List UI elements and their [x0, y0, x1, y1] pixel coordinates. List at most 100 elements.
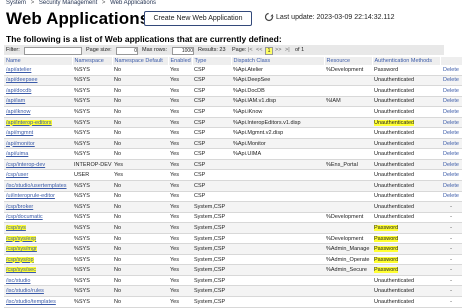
delete-action[interactable]: Delete — [440, 65, 462, 76]
table-row: /csp/user USER Yes Yes CSP Unauthenticated Del… — [4, 169, 462, 181]
page-total: of 1 — [295, 47, 305, 53]
delete-action[interactable]: Delete — [440, 117, 462, 129]
table-row: /api/iam %SYS No Yes CSP %Api.IAM.v1.disp %IAM… — [4, 96, 462, 108]
col-actions-header[interactable] — [440, 57, 463, 65]
resource-cell — [324, 75, 372, 87]
auth-methods-cell: Unauthenticated — [372, 117, 440, 129]
auth-methods-cell: Unauthenticated — [372, 127, 440, 139]
auth-methods-cell: Unauthenticated — [372, 85, 440, 97]
action-placeholder: - — [440, 264, 462, 276]
namespace-cell: %SYS — [72, 296, 112, 308]
col-name-header[interactable]: Name — [4, 57, 73, 65]
namespace-cell: %SYS — [72, 148, 112, 160]
app-name-link[interactable]: /api/deepsee — [4, 75, 72, 87]
max-rows-label: Max rows: — [142, 47, 168, 53]
col-namespace-default-header[interactable]: Namespace Default — [112, 57, 169, 65]
col-type-header[interactable]: Type — [192, 57, 232, 65]
current-page-number[interactable]: 1 — [265, 47, 273, 55]
app-name-link[interactable]: /api/mgmnt — [4, 127, 72, 139]
auth-methods-cell: Unauthenticated — [372, 212, 440, 224]
namespace-default-cell: No — [112, 65, 168, 76]
app-name-link[interactable]: /csp/sys/exp — [4, 233, 72, 245]
app-name-link[interactable]: /api/monitor — [4, 138, 72, 150]
enabled-cell: Yes — [168, 106, 192, 118]
first-page-icon[interactable]: |< — [248, 45, 253, 55]
namespace-default-cell: No — [112, 138, 168, 150]
dispatch-class-cell — [231, 180, 324, 192]
namespace-cell: %SYS — [72, 275, 112, 287]
max-rows-input[interactable]: 1000 — [172, 47, 194, 55]
delete-action[interactable]: Delete — [440, 106, 462, 118]
namespace-default-cell: No — [112, 127, 168, 139]
delete-action[interactable]: Delete — [440, 180, 462, 192]
filter-input[interactable] — [24, 47, 82, 55]
last-page-icon[interactable]: >| — [285, 45, 290, 55]
delete-action[interactable]: Delete — [440, 148, 462, 160]
namespace-cell: %SYS — [72, 243, 112, 255]
dispatch-class-cell — [231, 254, 324, 266]
col-enabled-header[interactable]: Enabled — [168, 57, 193, 65]
app-name-link[interactable]: /isc/studio/rules — [4, 285, 72, 298]
app-name-link[interactable]: /isc/studio/templates — [4, 296, 72, 308]
enabled-cell: Yes — [168, 96, 192, 108]
delete-action[interactable]: Delete — [440, 75, 462, 87]
namespace-cell: %SYS — [72, 201, 112, 213]
auth-methods-cell: Unauthenticated — [372, 201, 440, 213]
namespace-cell: USER — [72, 169, 112, 181]
app-name-link[interactable]: /csp/sys/sec — [4, 264, 72, 276]
col-resource-header[interactable]: Resource — [324, 57, 373, 65]
type-cell: CSP — [192, 159, 231, 171]
app-name-link[interactable]: /ui/interoprule-editor — [4, 191, 72, 203]
table-row: /csp/interop-dev INTEROP-DEV Yes Yes CSP %Ens… — [4, 159, 462, 171]
col-namespace-header[interactable]: Namespace — [72, 57, 113, 65]
type-cell: System,CSP — [192, 296, 231, 308]
refresh-icon[interactable] — [264, 12, 274, 22]
highlighted-text: Unauthenticated — [374, 119, 415, 126]
namespace-cell: %SYS — [72, 285, 112, 298]
delete-action[interactable]: Delete — [440, 138, 462, 150]
delete-action[interactable]: Delete — [440, 169, 462, 181]
enabled-cell: Yes — [168, 254, 192, 266]
resource-cell — [324, 296, 372, 308]
app-name-link[interactable]: /csp/documatic — [4, 212, 72, 224]
delete-action[interactable]: Delete — [440, 127, 462, 139]
col-authentication-methods-header[interactable]: Authentication Methods — [372, 57, 441, 65]
table-row: /api/interop-editors %SYS No Yes CSP %Api.Int… — [4, 117, 462, 129]
type-cell: System,CSP — [192, 254, 231, 266]
delete-action[interactable]: Delete — [440, 159, 462, 171]
delete-action[interactable]: Delete — [440, 96, 462, 108]
app-name-link[interactable]: /api/iknow — [4, 106, 72, 118]
namespace-default-cell: No — [112, 264, 168, 276]
app-name-link[interactable]: /csp/user — [4, 169, 72, 181]
next-page-icon[interactable]: >> — [275, 45, 281, 55]
delete-action[interactable]: Delete — [440, 191, 462, 203]
action-placeholder: - — [440, 201, 462, 213]
app-name-link[interactable]: /api/interop-editors — [4, 117, 72, 129]
page-size-input[interactable]: 0 — [116, 47, 138, 55]
app-name-link[interactable]: /api/uima — [4, 148, 72, 160]
col-dispatch-class-header[interactable]: Dispatch Class — [231, 57, 325, 65]
namespace-default-cell: No — [112, 201, 168, 213]
delete-action[interactable]: Delete — [440, 85, 462, 97]
enabled-cell: Yes — [168, 85, 192, 97]
prev-page-icon[interactable]: << — [256, 45, 262, 55]
breadcrumb-security-management[interactable]: Security Management — [39, 0, 97, 6]
enabled-cell: Yes — [168, 180, 192, 192]
enabled-cell: Yes — [168, 75, 192, 87]
app-name-link[interactable]: /api/docdb — [4, 85, 72, 97]
app-name-link[interactable]: /isc/studio — [4, 275, 72, 287]
dispatch-class-cell — [231, 222, 324, 234]
page-title: Web Applications — [6, 9, 150, 28]
auth-methods-cell: Unauthenticated — [372, 75, 440, 87]
app-name-link[interactable]: /api/iam — [4, 96, 72, 108]
namespace-default-cell: No — [112, 75, 168, 87]
app-name-link[interactable]: /csp/broker — [4, 201, 72, 213]
app-name-link[interactable]: /csp/sys/mgr — [4, 243, 72, 255]
app-name-link[interactable]: /isc/studio/usertemplates — [4, 180, 72, 192]
create-web-application-button[interactable]: Create New Web Application — [144, 11, 252, 26]
app-name-link[interactable]: /csp/interop-dev — [4, 159, 72, 171]
app-name-link[interactable]: /api/atelier — [4, 65, 72, 76]
app-name-link[interactable]: /csp/sys/op — [4, 254, 72, 266]
breadcrumb-system[interactable]: System — [6, 0, 26, 6]
app-name-link[interactable]: /csp/sys — [4, 222, 72, 234]
